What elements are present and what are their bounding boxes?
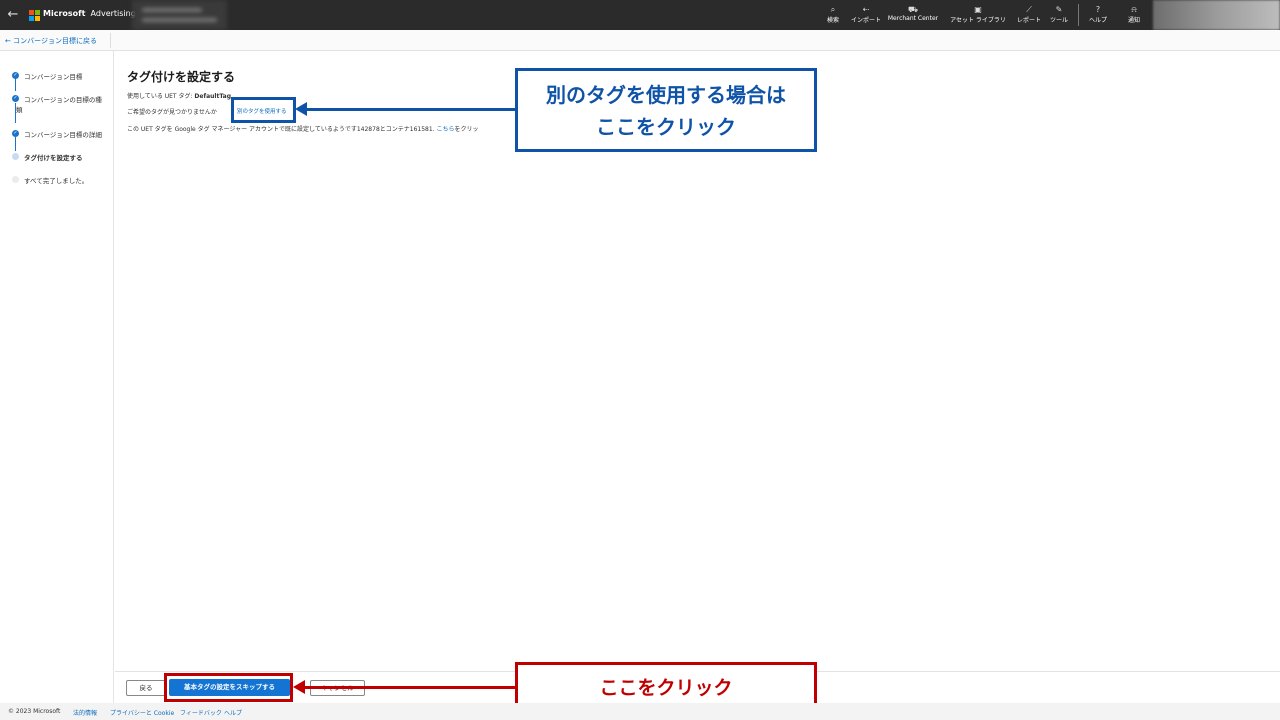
pending-step-icon [12,176,19,183]
arrow-left-icon [293,680,305,694]
nav-tools[interactable]: ✎ ツール [1046,5,1072,24]
back-arrow-icon[interactable]: ← [6,7,20,22]
cart-icon: ⛟ [907,5,919,14]
current-step-icon [12,153,19,160]
highlight-skip-button [164,673,293,702]
nav-help[interactable]: ? ヘルプ [1085,5,1111,24]
page-footer: © 2023 Microsoft 法的情報 プライバシーと Cookie フィー… [0,703,1280,720]
user-profile-menu[interactable] [1153,0,1280,30]
nav-notifications[interactable]: ⍾ 通知 [1124,5,1144,24]
back-to-conversion-goals-link[interactable]: ← コンバージョン目標に戻る [5,36,97,46]
brand-name[interactable]: Microsoft Advertising [43,9,136,18]
nav-divider [1078,4,1079,26]
help-icon: ? [1095,5,1101,14]
page-title: タグ付けを設定する [127,70,236,84]
nav-merchant-center[interactable]: ⛟ Merchant Center [886,5,940,22]
arrow-left-icon [295,102,307,116]
nav-search[interactable]: ⌕ 検索 [824,5,842,24]
check-icon: ✓ [12,130,19,137]
copyright-text: © 2023 Microsoft [8,708,61,715]
gtm-notice: この UET タグを Google タグ マネージャー アカウントで既に設定して… [127,126,479,133]
legal-link[interactable]: 法的情報 [73,708,97,717]
feedback-link[interactable]: フィードバック [180,708,222,717]
nav-asset-library[interactable]: ▣ アセット ライブラリ [944,5,1012,24]
tools-icon: ✎ [1055,5,1063,14]
report-icon: ⟋ [1026,5,1032,14]
wizard-steps-panel: ✓ コンバージョン目標 ✓ コンバージョンの目標の種 類 ✓ コンバージョン目標… [0,51,114,703]
annotation-callout-use-another-tag: 別のタグを使用する場合は ここをクリック [515,68,817,152]
check-icon: ✓ [12,95,19,102]
back-button[interactable]: 戻る [126,680,166,696]
bell-icon: ⍾ [1131,5,1137,14]
highlight-use-another-tag [231,97,296,123]
arrow-line-blue [306,108,516,111]
search-icon: ⌕ [830,5,836,14]
privacy-cookie-link[interactable]: プライバシーと Cookie [110,708,174,717]
step-connector [15,79,16,91]
nav-reports[interactable]: ⟋ レポート [1017,5,1041,24]
arrow-line-red [304,686,516,689]
uet-tag-name: DefaultTag [194,93,231,100]
import-icon: ⇠ [862,5,870,14]
account-selector[interactable] [132,0,227,30]
microsoft-logo-icon [29,10,40,21]
divider [110,33,111,48]
uet-tag-info: 使用している UET タグ: DefaultTag [127,93,231,100]
gtm-here-link[interactable]: こちら [436,126,454,133]
help-link[interactable]: ヘルプ [224,708,242,717]
nav-import[interactable]: ⇠ インポート [847,5,885,24]
top-navigation-bar: ← Microsoft Advertising ⌕ 検索 ⇠ インポート ⛟ M… [0,0,1280,30]
tag-not-found-text: ご希望のタグが見つかりませんか [127,109,217,116]
asset-library-icon: ▣ [974,5,982,14]
sub-navigation-bar: ← コンバージョン目標に戻る [0,30,1280,51]
step-connector [15,137,16,151]
check-icon: ✓ [12,72,19,79]
